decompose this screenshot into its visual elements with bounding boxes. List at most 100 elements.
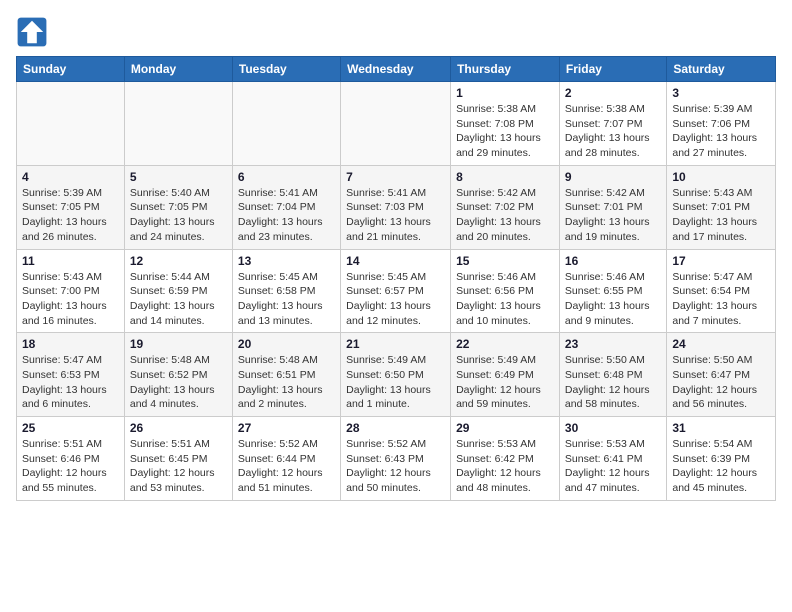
calendar-day-header: Wednesday <box>341 57 451 82</box>
day-info: Sunrise: 5:42 AM Sunset: 7:01 PM Dayligh… <box>565 186 661 245</box>
day-number: 7 <box>346 170 445 184</box>
day-info: Sunrise: 5:47 AM Sunset: 6:54 PM Dayligh… <box>672 270 770 329</box>
calendar-cell: 10 Sunrise: 5:43 AM Sunset: 7:01 PM Dayli… <box>667 165 776 249</box>
day-info: Sunrise: 5:51 AM Sunset: 6:45 PM Dayligh… <box>130 437 227 496</box>
logo-icon <box>16 16 48 48</box>
calendar-day-header: Tuesday <box>232 57 340 82</box>
calendar-cell: 28 Sunrise: 5:52 AM Sunset: 6:43 PM Dayli… <box>341 417 451 501</box>
day-info: Sunrise: 5:52 AM Sunset: 6:44 PM Dayligh… <box>238 437 335 496</box>
day-info: Sunrise: 5:47 AM Sunset: 6:53 PM Dayligh… <box>22 353 119 412</box>
day-info: Sunrise: 5:53 AM Sunset: 6:42 PM Dayligh… <box>456 437 554 496</box>
day-info: Sunrise: 5:50 AM Sunset: 6:48 PM Dayligh… <box>565 353 661 412</box>
day-number: 3 <box>672 86 770 100</box>
day-info: Sunrise: 5:53 AM Sunset: 6:41 PM Dayligh… <box>565 437 661 496</box>
day-number: 28 <box>346 421 445 435</box>
day-info: Sunrise: 5:38 AM Sunset: 7:07 PM Dayligh… <box>565 102 661 161</box>
day-number: 22 <box>456 337 554 351</box>
day-number: 30 <box>565 421 661 435</box>
day-number: 6 <box>238 170 335 184</box>
day-number: 29 <box>456 421 554 435</box>
calendar-cell: 4Sunrise: 5:39 AM Sunset: 7:05 PM Daylig… <box>17 165 125 249</box>
day-number: 18 <box>22 337 119 351</box>
calendar-cell: 15Sunrise: 5:46 AM Sunset: 6:56 PM Dayli… <box>451 249 560 333</box>
calendar-week-row: 11 Sunrise: 5:43 AM Sunset: 7:00 PM Dayli… <box>17 249 776 333</box>
calendar-header: SundayMondayTuesdayWednesdayThursdayFrid… <box>17 57 776 82</box>
calendar-cell: 21Sunrise: 5:49 AM Sunset: 6:50 PM Dayli… <box>341 333 451 417</box>
day-info: Sunrise: 5:41 AM Sunset: 7:03 PM Dayligh… <box>346 186 445 245</box>
calendar-table: SundayMondayTuesdayWednesdayThursdayFrid… <box>16 56 776 501</box>
calendar-cell: 22 Sunrise: 5:49 AM Sunset: 6:49 PM Dayli… <box>451 333 560 417</box>
day-number: 24 <box>672 337 770 351</box>
day-info: Sunrise: 5:46 AM Sunset: 6:55 PM Dayligh… <box>565 270 661 329</box>
calendar-cell: 31Sunrise: 5:54 AM Sunset: 6:39 PM Dayli… <box>667 417 776 501</box>
calendar-day-header: Monday <box>124 57 232 82</box>
calendar-cell: 24 Sunrise: 5:50 AM Sunset: 6:47 PM Dayli… <box>667 333 776 417</box>
day-number: 26 <box>130 421 227 435</box>
day-info: Sunrise: 5:51 AM Sunset: 6:46 PM Dayligh… <box>22 437 119 496</box>
day-number: 19 <box>130 337 227 351</box>
day-number: 14 <box>346 254 445 268</box>
calendar-cell <box>232 82 340 166</box>
calendar-cell: 13 Sunrise: 5:45 AM Sunset: 6:58 PM Dayli… <box>232 249 340 333</box>
day-number: 13 <box>238 254 335 268</box>
day-info: Sunrise: 5:43 AM Sunset: 7:01 PM Dayligh… <box>672 186 770 245</box>
calendar-cell <box>17 82 125 166</box>
day-number: 12 <box>130 254 227 268</box>
day-info: Sunrise: 5:45 AM Sunset: 6:58 PM Dayligh… <box>238 270 335 329</box>
day-number: 23 <box>565 337 661 351</box>
page-header <box>16 16 776 48</box>
calendar-day-header: Sunday <box>17 57 125 82</box>
day-info: Sunrise: 5:41 AM Sunset: 7:04 PM Dayligh… <box>238 186 335 245</box>
day-info: Sunrise: 5:50 AM Sunset: 6:47 PM Dayligh… <box>672 353 770 412</box>
calendar-cell: 25 Sunrise: 5:51 AM Sunset: 6:46 PM Dayli… <box>17 417 125 501</box>
day-number: 9 <box>565 170 661 184</box>
calendar-cell: 23 Sunrise: 5:50 AM Sunset: 6:48 PM Dayli… <box>559 333 666 417</box>
day-info: Sunrise: 5:39 AM Sunset: 7:06 PM Dayligh… <box>672 102 770 161</box>
calendar-cell: 9 Sunrise: 5:42 AM Sunset: 7:01 PM Daylig… <box>559 165 666 249</box>
day-number: 17 <box>672 254 770 268</box>
calendar-week-row: 4Sunrise: 5:39 AM Sunset: 7:05 PM Daylig… <box>17 165 776 249</box>
calendar-cell <box>341 82 451 166</box>
day-info: Sunrise: 5:49 AM Sunset: 6:50 PM Dayligh… <box>346 353 445 412</box>
day-info: Sunrise: 5:49 AM Sunset: 6:49 PM Dayligh… <box>456 353 554 412</box>
day-number: 11 <box>22 254 119 268</box>
calendar-cell: 30 Sunrise: 5:53 AM Sunset: 6:41 PM Dayli… <box>559 417 666 501</box>
day-number: 8 <box>456 170 554 184</box>
day-info: Sunrise: 5:48 AM Sunset: 6:51 PM Dayligh… <box>238 353 335 412</box>
calendar-week-row: 18 Sunrise: 5:47 AM Sunset: 6:53 PM Dayli… <box>17 333 776 417</box>
day-info: Sunrise: 5:40 AM Sunset: 7:05 PM Dayligh… <box>130 186 227 245</box>
day-info: Sunrise: 5:46 AM Sunset: 6:56 PM Dayligh… <box>456 270 554 329</box>
calendar-cell: 26 Sunrise: 5:51 AM Sunset: 6:45 PM Dayli… <box>124 417 232 501</box>
day-info: Sunrise: 5:45 AM Sunset: 6:57 PM Dayligh… <box>346 270 445 329</box>
day-number: 1 <box>456 86 554 100</box>
calendar-cell: 19Sunrise: 5:48 AM Sunset: 6:52 PM Dayli… <box>124 333 232 417</box>
calendar-cell: 16 Sunrise: 5:46 AM Sunset: 6:55 PM Dayli… <box>559 249 666 333</box>
calendar-cell <box>124 82 232 166</box>
logo <box>16 16 52 48</box>
day-info: Sunrise: 5:42 AM Sunset: 7:02 PM Dayligh… <box>456 186 554 245</box>
day-number: 16 <box>565 254 661 268</box>
day-number: 20 <box>238 337 335 351</box>
day-number: 10 <box>672 170 770 184</box>
day-number: 27 <box>238 421 335 435</box>
calendar-cell: 17 Sunrise: 5:47 AM Sunset: 6:54 PM Dayli… <box>667 249 776 333</box>
calendar-week-row: 25 Sunrise: 5:51 AM Sunset: 6:46 PM Dayli… <box>17 417 776 501</box>
calendar-cell: 2Sunrise: 5:38 AM Sunset: 7:07 PM Daylig… <box>559 82 666 166</box>
calendar-cell: 14 Sunrise: 5:45 AM Sunset: 6:57 PM Dayli… <box>341 249 451 333</box>
calendar-cell: 3 Sunrise: 5:39 AM Sunset: 7:06 PM Daylig… <box>667 82 776 166</box>
calendar-day-header: Friday <box>559 57 666 82</box>
calendar-week-row: 1 Sunrise: 5:38 AM Sunset: 7:08 PM Daylig… <box>17 82 776 166</box>
day-info: Sunrise: 5:44 AM Sunset: 6:59 PM Dayligh… <box>130 270 227 329</box>
calendar-cell: 20 Sunrise: 5:48 AM Sunset: 6:51 PM Dayli… <box>232 333 340 417</box>
day-info: Sunrise: 5:52 AM Sunset: 6:43 PM Dayligh… <box>346 437 445 496</box>
day-number: 4 <box>22 170 119 184</box>
calendar-cell: 6 Sunrise: 5:41 AM Sunset: 7:04 PM Daylig… <box>232 165 340 249</box>
day-number: 5 <box>130 170 227 184</box>
calendar-day-header: Saturday <box>667 57 776 82</box>
day-info: Sunrise: 5:38 AM Sunset: 7:08 PM Dayligh… <box>456 102 554 161</box>
calendar-cell: 11 Sunrise: 5:43 AM Sunset: 7:00 PM Dayli… <box>17 249 125 333</box>
calendar-cell: 1 Sunrise: 5:38 AM Sunset: 7:08 PM Daylig… <box>451 82 560 166</box>
day-info: Sunrise: 5:43 AM Sunset: 7:00 PM Dayligh… <box>22 270 119 329</box>
day-number: 25 <box>22 421 119 435</box>
calendar-cell: 7 Sunrise: 5:41 AM Sunset: 7:03 PM Daylig… <box>341 165 451 249</box>
